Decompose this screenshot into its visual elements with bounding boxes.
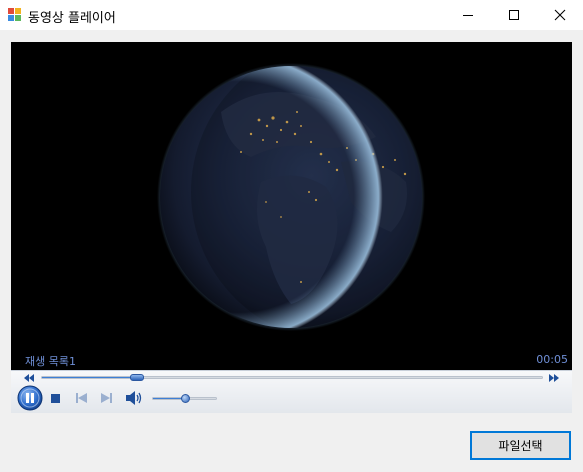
title-bar: 동영상 플레이어 [0, 0, 583, 30]
maximize-button[interactable] [491, 0, 537, 30]
seek-progress [42, 377, 138, 378]
volume-icon [126, 391, 142, 405]
close-icon [554, 9, 566, 21]
seek-thumb[interactable] [130, 374, 145, 381]
media-player-window: 동영상 플레이어 재생 목록1 00:05 파일선택 [0, 0, 583, 472]
stop-icon [51, 394, 60, 403]
volume-thumb[interactable] [180, 394, 190, 403]
previous-button[interactable] [76, 393, 87, 403]
video-display[interactable]: 재생 목록1 00:05 [11, 42, 572, 370]
earth-night-image [11, 42, 572, 370]
maximize-icon [509, 10, 519, 20]
previous-icon [76, 393, 87, 403]
seek-bar[interactable] [41, 374, 543, 381]
pause-button[interactable] [17, 385, 43, 411]
window-title: 동영상 플레이어 [28, 11, 116, 26]
next-button[interactable] [101, 393, 112, 403]
minimize-icon [463, 15, 473, 16]
volume-slider[interactable] [152, 394, 217, 403]
playlist-label: 재생 목록1 [25, 355, 76, 368]
minimize-button[interactable] [445, 0, 491, 30]
next-icon [101, 393, 112, 403]
rewind-icon[interactable] [24, 374, 34, 382]
time-display: 00:05 [536, 353, 568, 366]
playback-controls [11, 370, 572, 413]
close-button[interactable] [537, 0, 583, 30]
stop-button[interactable] [51, 394, 60, 403]
app-icon [8, 8, 22, 22]
fast-forward-icon[interactable] [549, 374, 559, 382]
volume-button[interactable] [126, 391, 143, 405]
file-select-button[interactable]: 파일선택 [470, 431, 571, 460]
